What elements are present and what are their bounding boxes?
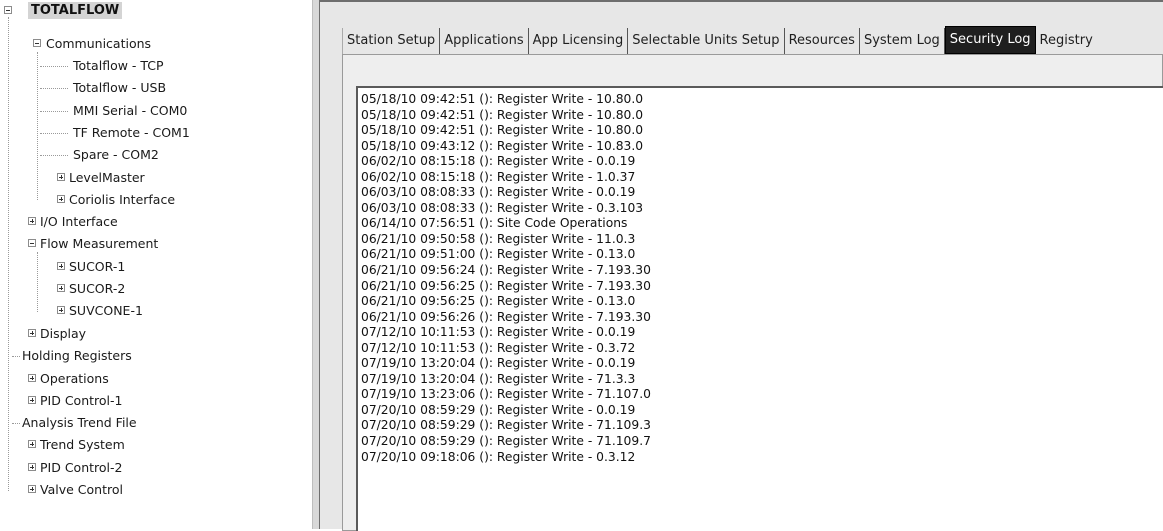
tab-registry[interactable]: Registry bbox=[1036, 28, 1097, 54]
expand-icon[interactable] bbox=[57, 306, 65, 314]
log-entry[interactable]: 07/19/10 13:20:04 (): Register Write - 7… bbox=[361, 372, 651, 388]
expand-icon[interactable] bbox=[28, 374, 36, 382]
log-entry[interactable]: 07/12/10 10:11:53 (): Register Write - 0… bbox=[361, 325, 651, 341]
log-entry[interactable]: 06/02/10 08:15:18 (): Register Write - 0… bbox=[361, 154, 651, 170]
tab-system-log[interactable]: System Log bbox=[860, 28, 945, 54]
tree-item-analysis-trend-file[interactable]: Analysis Trend File bbox=[0, 413, 312, 433]
log-entry[interactable]: 07/19/10 13:20:04 (): Register Write - 0… bbox=[361, 356, 651, 372]
pane-splitter[interactable] bbox=[312, 0, 320, 529]
tree-item-label: Totalflow - USB bbox=[73, 80, 167, 95]
log-entry[interactable]: 05/18/10 09:42:51 (): Register Write - 1… bbox=[361, 108, 651, 124]
tab-strip: Station Setup Applications App Licensing… bbox=[342, 26, 1097, 54]
tree-item-label: SUCOR-2 bbox=[69, 281, 126, 296]
tree-item-sucor-2[interactable]: SUCOR-2 bbox=[0, 279, 312, 299]
tree-item-label: Display bbox=[40, 326, 87, 341]
tree-item-label: Flow Measurement bbox=[40, 236, 159, 251]
expand-icon[interactable] bbox=[57, 195, 65, 203]
tree-item-label: Analysis Trend File bbox=[22, 415, 137, 430]
tree-item-trend-system[interactable]: Trend System bbox=[0, 435, 312, 455]
log-entry[interactable]: 06/21/10 09:56:25 (): Register Write - 0… bbox=[361, 294, 651, 310]
tree-item-operations[interactable]: Operations bbox=[0, 369, 312, 389]
log-entry[interactable]: 07/20/10 08:59:29 (): Register Write - 7… bbox=[361, 434, 651, 450]
tree-item-label: SUVCONE-1 bbox=[69, 303, 143, 318]
expand-icon[interactable] bbox=[28, 217, 36, 225]
tree-item-holding-registers[interactable]: Holding Registers bbox=[0, 346, 312, 366]
tree-item-label: MMI Serial - COM0 bbox=[73, 103, 188, 118]
tree-item-label: SUCOR-1 bbox=[69, 259, 126, 274]
tree-item-label: PID Control-2 bbox=[40, 460, 123, 475]
security-log-lines: 05/18/10 09:42:51 (): Register Write - 1… bbox=[361, 92, 651, 465]
tree-item-label: Holding Registers bbox=[22, 348, 132, 363]
tree-item-label: Valve Control bbox=[40, 482, 123, 497]
log-entry[interactable]: 06/21/10 09:56:24 (): Register Write - 7… bbox=[361, 263, 651, 279]
tree-item-levelmaster[interactable]: LevelMaster bbox=[0, 168, 312, 188]
tree-item-label: PID Control-1 bbox=[40, 393, 123, 408]
log-entry[interactable]: 06/03/10 08:08:33 (): Register Write - 0… bbox=[361, 185, 651, 201]
tab-app-licensing[interactable]: App Licensing bbox=[529, 28, 629, 54]
tree-item-flow-measurement[interactable]: Flow Measurement bbox=[0, 234, 312, 254]
expand-icon[interactable] bbox=[28, 329, 36, 337]
log-entry[interactable]: 06/21/10 09:56:26 (): Register Write - 7… bbox=[361, 310, 651, 326]
tab-security-log[interactable]: Security Log bbox=[944, 26, 1036, 54]
tree-item-display[interactable]: Display bbox=[0, 324, 312, 344]
tab-applications[interactable]: Applications bbox=[440, 28, 529, 54]
expand-icon[interactable] bbox=[28, 485, 36, 493]
log-entry[interactable]: 07/20/10 09:18:06 (): Register Write - 0… bbox=[361, 450, 651, 466]
log-entry[interactable]: 07/19/10 13:23:06 (): Register Write - 7… bbox=[361, 387, 651, 403]
log-entry[interactable]: 06/21/10 09:50:58 (): Register Write - 1… bbox=[361, 232, 651, 248]
tree-root-label: TOTALFLOW bbox=[28, 2, 123, 19]
tree-item-mmi-serial[interactable]: MMI Serial - COM0 bbox=[0, 101, 312, 121]
collapse-icon[interactable] bbox=[4, 6, 12, 14]
log-entry[interactable]: 05/18/10 09:42:51 (): Register Write - 1… bbox=[361, 92, 651, 108]
tree-item-label: Communications bbox=[46, 36, 152, 51]
tree-item-valve-control[interactable]: Valve Control bbox=[0, 480, 312, 500]
tree-item-tf-remote[interactable]: TF Remote - COM1 bbox=[0, 123, 312, 143]
tree-item-pid-control-2[interactable]: PID Control-2 bbox=[0, 458, 312, 478]
tree-item-label: Operations bbox=[40, 371, 109, 386]
expand-icon[interactable] bbox=[57, 262, 65, 270]
tree-item-communications[interactable]: Communications bbox=[0, 34, 312, 54]
expand-icon[interactable] bbox=[57, 173, 65, 181]
expand-icon[interactable] bbox=[28, 396, 36, 404]
log-entry[interactable]: 05/18/10 09:42:51 (): Register Write - 1… bbox=[361, 123, 651, 139]
tree-item-spare[interactable]: Spare - COM2 bbox=[0, 145, 312, 165]
log-entry[interactable]: 06/02/10 08:15:18 (): Register Write - 1… bbox=[361, 170, 651, 186]
collapse-icon[interactable] bbox=[28, 239, 36, 247]
expand-icon[interactable] bbox=[28, 440, 36, 448]
log-entry[interactable]: 06/03/10 08:08:33 (): Register Write - 0… bbox=[361, 201, 651, 217]
tree-item-label: Trend System bbox=[40, 437, 125, 452]
tab-resources[interactable]: Resources bbox=[785, 28, 860, 54]
tree-item-coriolis-interface[interactable]: Coriolis Interface bbox=[0, 190, 312, 210]
tree-item-label: Coriolis Interface bbox=[69, 192, 176, 207]
tab-station-setup[interactable]: Station Setup bbox=[342, 28, 441, 54]
security-log-list[interactable]: 05/18/10 09:42:51 (): Register Write - 1… bbox=[356, 86, 1163, 531]
log-entry[interactable]: 07/20/10 08:59:29 (): Register Write - 7… bbox=[361, 418, 651, 434]
log-entry[interactable]: 07/12/10 10:11:53 (): Register Write - 0… bbox=[361, 341, 651, 357]
tree-item-label: Totalflow - TCP bbox=[73, 58, 164, 73]
tree-item-label: LevelMaster bbox=[69, 170, 145, 185]
tree-item-suvcone-1[interactable]: SUVCONE-1 bbox=[0, 301, 312, 321]
expand-icon[interactable] bbox=[28, 463, 36, 471]
tree-root[interactable]: TOTALFLOW bbox=[0, 0, 312, 20]
tree-item-pid-control-1[interactable]: PID Control-1 bbox=[0, 391, 312, 411]
tree-item-io-interface[interactable]: I/O Interface bbox=[0, 212, 312, 232]
log-entry[interactable]: 06/21/10 09:56:25 (): Register Write - 7… bbox=[361, 279, 651, 295]
tree-item-label: I/O Interface bbox=[40, 214, 118, 229]
tree-item-totalflow-tcp[interactable]: Totalflow - TCP bbox=[0, 56, 312, 76]
log-entry[interactable]: 05/18/10 09:43:12 (): Register Write - 1… bbox=[361, 139, 651, 155]
tree-item-totalflow-usb[interactable]: Totalflow - USB bbox=[0, 78, 312, 98]
tree-item-label: TF Remote - COM1 bbox=[73, 125, 190, 140]
navigation-tree: TOTALFLOW Communications Totalflow - TCP… bbox=[0, 0, 312, 529]
log-entry[interactable]: 06/21/10 09:51:00 (): Register Write - 0… bbox=[361, 247, 651, 263]
tree-item-label: Spare - COM2 bbox=[73, 147, 159, 162]
tree-item-sucor-1[interactable]: SUCOR-1 bbox=[0, 257, 312, 277]
collapse-icon[interactable] bbox=[33, 39, 41, 47]
tab-selectable-units-setup[interactable]: Selectable Units Setup bbox=[628, 28, 785, 54]
expand-icon[interactable] bbox=[57, 284, 65, 292]
log-entry[interactable]: 07/20/10 08:59:29 (): Register Write - 0… bbox=[361, 403, 651, 419]
log-entry[interactable]: 06/14/10 07:56:51 (): Site Code Operatio… bbox=[361, 216, 651, 232]
